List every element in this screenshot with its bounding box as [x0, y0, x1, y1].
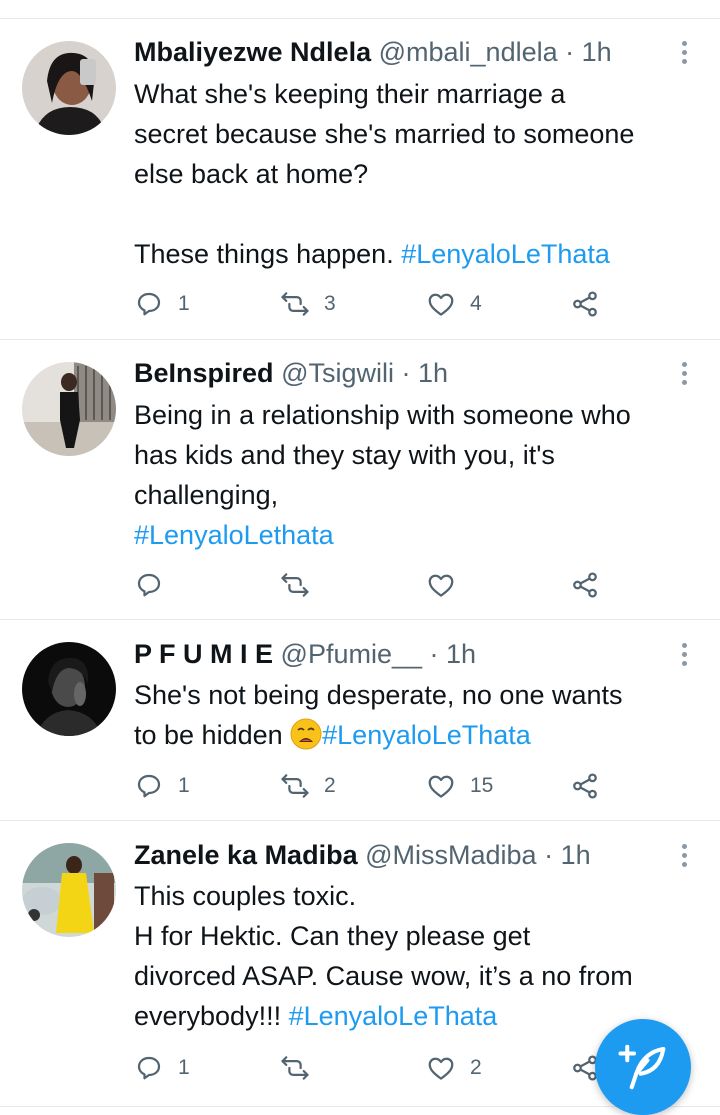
handle[interactable]: @Tsigwili — [281, 358, 394, 388]
like-count: 15 — [470, 774, 494, 797]
tweet[interactable]: Mbaliyezwe Ndlela @mbali_ndlela · 1h Wha… — [0, 19, 720, 340]
separator: · — [536, 840, 561, 870]
compose-tweet-icon — [618, 1044, 666, 1090]
retweet-icon — [281, 573, 309, 597]
timestamp[interactable]: 1h — [561, 840, 591, 870]
text-line: This couples toxic. — [134, 881, 357, 911]
tweet-text: What she's keeping their marriage a secr… — [134, 74, 704, 274]
timestamp[interactable]: 1h — [582, 37, 612, 67]
tweet-actions: 1 3 4 — [134, 287, 614, 321]
handle[interactable]: @Pfumie__ — [281, 639, 422, 669]
retweet-button[interactable]: 2 — [280, 769, 336, 803]
tweet-text: Being in a relationship with someone who… — [134, 395, 704, 555]
text-line: divorced ASAP. Cause wow, it’s a no from — [134, 961, 633, 991]
retweet-icon — [281, 1056, 309, 1080]
reply-button[interactable]: 1 — [134, 287, 190, 321]
display-name[interactable]: Mbaliyezwe Ndlela — [134, 37, 371, 67]
text-line: everybody!!! — [134, 1001, 289, 1031]
text-line: H for Hektic. Can they please get — [134, 921, 531, 951]
weary-face-emoji-icon — [290, 718, 322, 750]
compose-tweet-button[interactable] — [595, 1019, 691, 1115]
like-button[interactable]: 15 — [426, 769, 493, 803]
share-button[interactable] — [570, 568, 600, 602]
tweet-actions: 1 2 — [134, 1051, 614, 1085]
separator: · — [557, 37, 582, 67]
hashtag-link[interactable]: #LenyaloLethata — [134, 520, 334, 550]
share-icon — [573, 572, 597, 598]
tweet[interactable]: P F U M I E @Pfumie__ · 1h She's not bei… — [0, 620, 720, 821]
like-button[interactable] — [426, 568, 470, 602]
tweet-actions — [134, 568, 614, 602]
more-icon[interactable] — [678, 643, 690, 669]
text-line: has kids and they stay with you, it's — [134, 440, 555, 470]
display-name[interactable]: BeInspired — [134, 358, 274, 388]
text-line: What she's keeping their marriage a — [134, 79, 566, 109]
share-button[interactable] — [570, 287, 600, 321]
heart-icon — [428, 293, 454, 316]
retweet-icon — [281, 292, 309, 316]
separator: · — [422, 639, 447, 669]
separator: · — [393, 358, 418, 388]
heart-icon — [428, 1057, 454, 1080]
hashtag-link[interactable]: #LenyaloLeThata — [322, 720, 531, 750]
reply-count: 1 — [178, 774, 190, 797]
hashtag-link[interactable]: #LenyaloLeThata — [289, 1001, 498, 1031]
reply-button[interactable]: 1 — [134, 1051, 190, 1085]
reply-button[interactable] — [134, 568, 178, 602]
text-line: She's not being desperate, no one wants — [134, 680, 623, 710]
tweet-header: Zanele ka Madiba @MissMadiba · 1h — [134, 835, 660, 875]
avatar[interactable] — [22, 362, 116, 456]
reply-icon — [137, 292, 161, 316]
more-icon[interactable] — [678, 41, 690, 67]
retweet-button[interactable]: 3 — [280, 287, 336, 321]
tweet-header: P F U M I E @Pfumie__ · 1h — [134, 634, 660, 674]
text-line: These things happen. — [134, 239, 402, 269]
retweet-count: 2 — [324, 774, 336, 797]
avatar[interactable] — [22, 843, 116, 937]
timestamp[interactable]: 1h — [418, 358, 448, 388]
reply-icon — [137, 1056, 161, 1080]
tweet-header: BeInspired @Tsigwili · 1h — [134, 353, 660, 393]
text-line: challenging, — [134, 480, 279, 510]
like-button[interactable]: 4 — [426, 287, 482, 321]
tweet-header: Mbaliyezwe Ndlela @mbali_ndlela · 1h — [134, 32, 660, 72]
text-line: secret because she's married to someone — [134, 119, 635, 149]
reply-button[interactable]: 1 — [134, 769, 190, 803]
heart-icon — [428, 775, 454, 798]
text-line: else back at home? — [134, 159, 369, 189]
heart-icon — [428, 574, 454, 597]
retweet-icon — [281, 774, 309, 798]
more-icon[interactable] — [678, 844, 690, 870]
more-icon[interactable] — [678, 362, 690, 388]
text-line: to be hidden — [134, 720, 291, 750]
share-icon — [573, 773, 597, 799]
reply-count: 1 — [178, 292, 190, 315]
retweet-count: 3 — [324, 292, 336, 315]
share-icon — [573, 291, 597, 317]
tweet-actions: 1 2 15 — [134, 769, 614, 803]
reply-icon — [137, 774, 161, 798]
retweet-button[interactable] — [280, 568, 324, 602]
avatar[interactable] — [22, 642, 116, 736]
reply-icon — [137, 573, 161, 597]
handle[interactable]: @MissMadiba — [365, 840, 536, 870]
tweet-text: This couples toxic. H for Hektic. Can th… — [134, 876, 704, 1036]
display-name[interactable]: Zanele ka Madiba — [134, 840, 358, 870]
like-count: 4 — [470, 292, 482, 315]
like-count: 2 — [470, 1056, 482, 1079]
avatar[interactable] — [22, 41, 116, 135]
share-button[interactable] — [570, 769, 600, 803]
tweet[interactable]: BeInspired @Tsigwili · 1h Being in a rel… — [0, 340, 720, 620]
tweet-text: She's not being desperate, no one wants … — [134, 675, 704, 755]
timestamp[interactable]: 1h — [446, 639, 476, 669]
hashtag-link[interactable]: #LenyaloLeThata — [401, 239, 610, 269]
retweet-button[interactable] — [280, 1051, 324, 1085]
like-button[interactable]: 2 — [426, 1051, 482, 1085]
text-line: Being in a relationship with someone who — [134, 400, 631, 430]
handle[interactable]: @mbali_ndlela — [379, 37, 558, 67]
reply-count: 1 — [178, 1056, 190, 1079]
display-name[interactable]: P F U M I E — [134, 639, 273, 669]
